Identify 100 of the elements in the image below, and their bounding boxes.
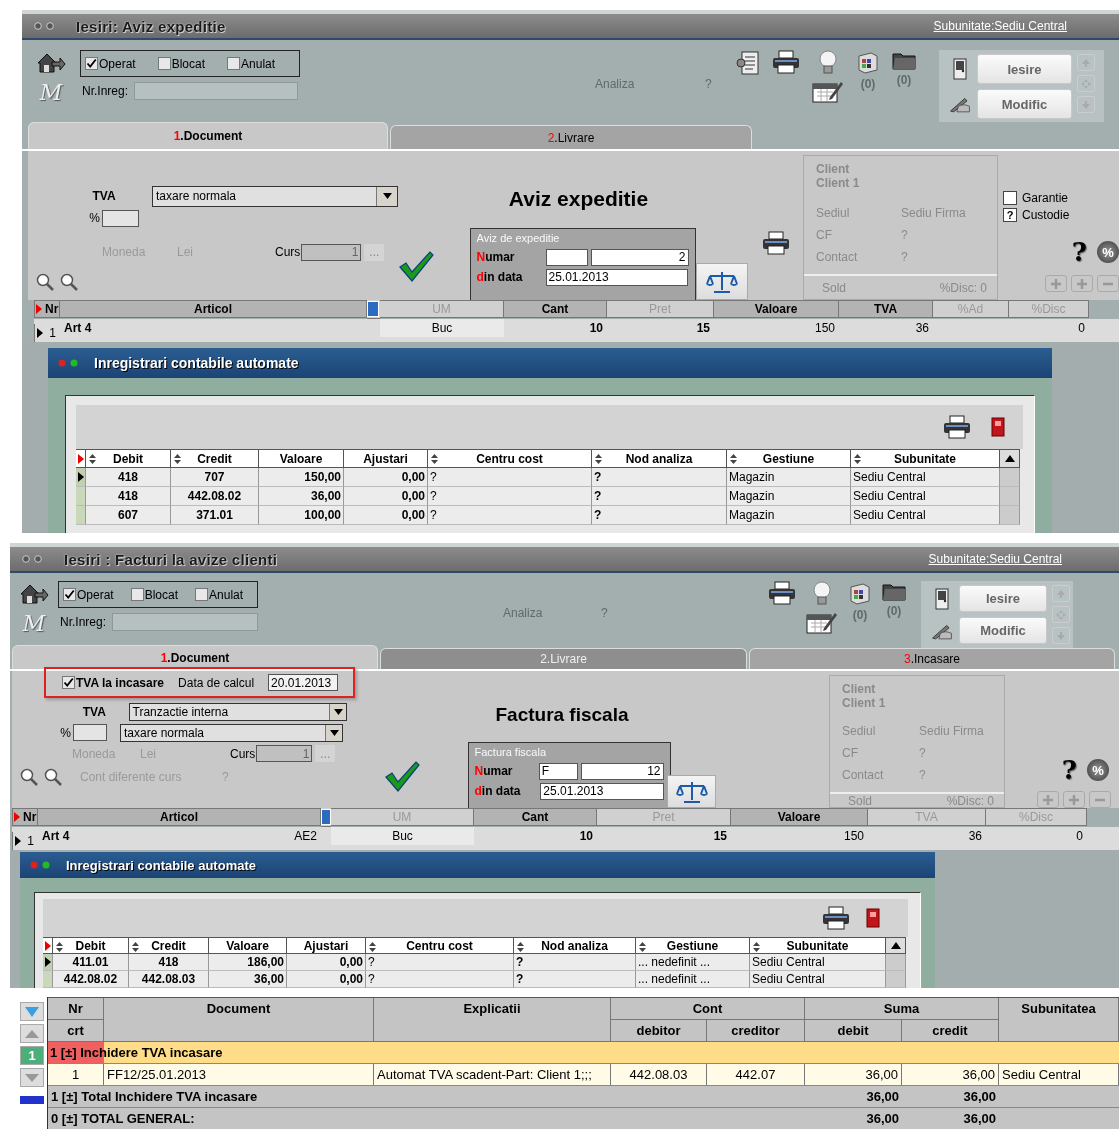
calendar-pencil-icon[interactable] — [812, 79, 844, 103]
percent-field[interactable] — [73, 724, 107, 741]
subunit-link[interactable]: Subunitate:Sediu Central — [928, 552, 1062, 566]
tab[interactable]: 1.Document — [12, 645, 378, 669]
magnifier-icon[interactable] — [44, 767, 62, 786]
checkbox[interactable] — [157, 57, 171, 70]
window-buttons-icon[interactable] — [30, 861, 52, 869]
scroll-up-button[interactable] — [1000, 449, 1020, 468]
column-header[interactable]: Suma — [805, 998, 999, 1020]
window-buttons-icon[interactable] — [58, 359, 80, 367]
column-header[interactable]: Gestiune — [727, 449, 851, 468]
sort-icon[interactable] — [639, 942, 646, 952]
cube-icon[interactable] — [848, 581, 872, 605]
column-header[interactable]: Credit — [129, 937, 209, 954]
sort-icon[interactable] — [369, 942, 376, 952]
number-field[interactable]: 12 — [581, 762, 664, 780]
sort-icon[interactable] — [854, 454, 861, 464]
modify-button[interactable]: Modific — [959, 617, 1047, 644]
sort-icon[interactable] — [517, 942, 524, 952]
status-checkbox[interactable]: Anulat — [227, 56, 276, 71]
sort-icon[interactable] — [174, 454, 181, 464]
column-header[interactable]: Valoare — [731, 808, 868, 826]
scroll-thumb[interactable] — [20, 1096, 44, 1104]
column-header[interactable]: Nod analiza — [592, 449, 727, 468]
tab[interactable]: 2.Livrare — [390, 125, 752, 149]
option-checkbox[interactable]: Garantie — [1003, 191, 1119, 205]
sort-icon[interactable] — [56, 942, 63, 952]
sort-icon[interactable] — [431, 454, 438, 464]
sort-icon[interactable] — [132, 942, 139, 952]
column-header[interactable]: Valoare — [209, 937, 287, 954]
dropdown[interactable]: Tranzactie interna — [128, 702, 347, 721]
column-header[interactable]: Debit — [86, 449, 171, 468]
printer-button[interactable] — [761, 231, 790, 255]
date-field[interactable]: 25.01.2013 — [540, 782, 664, 800]
column-header[interactable]: Articol — [60, 300, 367, 318]
column-header[interactable]: Nr — [12, 808, 38, 826]
column-header[interactable]: Valoare — [714, 300, 839, 318]
column-header[interactable]: Nod analiza — [514, 937, 636, 954]
magnifier-icon[interactable] — [20, 767, 38, 786]
checkbox[interactable] — [130, 588, 144, 601]
sort-icon[interactable] — [595, 454, 602, 464]
column-header[interactable]: Centru cost — [428, 449, 592, 468]
status-checkbox[interactable]: Blocat — [130, 587, 179, 602]
window-buttons-icon[interactable] — [34, 22, 56, 30]
folder-icon[interactable] — [892, 50, 916, 70]
status-checkbox[interactable]: Blocat — [157, 56, 206, 71]
column-header[interactable]: Cant — [474, 808, 597, 826]
column-header[interactable]: Subunitate — [851, 449, 1000, 468]
tab[interactable]: 3.Incasare — [749, 648, 1115, 669]
dropdown[interactable]: taxare normala — [152, 185, 398, 207]
printer-icon[interactable] — [768, 581, 796, 605]
printer-button[interactable] — [943, 415, 971, 439]
series-field[interactable]: F — [538, 762, 579, 780]
checkbox[interactable] — [85, 57, 98, 70]
modify-button[interactable]: Modific — [977, 89, 1072, 119]
percent-button[interactable]: % — [1097, 241, 1119, 263]
scale-button[interactable] — [667, 775, 716, 808]
lightbulb-icon[interactable] — [812, 581, 832, 607]
lightbulb-icon[interactable] — [818, 50, 838, 76]
column-header[interactable]: Cont — [611, 998, 805, 1020]
exit-button[interactable]: Iesire — [959, 585, 1047, 612]
column-header[interactable]: Ajustari — [344, 449, 428, 468]
date-field[interactable]: 25.01.2013 — [545, 268, 688, 286]
column-header[interactable]: Credit — [171, 449, 259, 468]
column-header[interactable]: Subunitate — [750, 937, 886, 954]
calendar-pencil-icon[interactable] — [806, 610, 838, 634]
number-field[interactable]: 2 — [590, 248, 689, 266]
percent-field[interactable] — [102, 209, 139, 227]
column-header[interactable]: Ajustari — [287, 937, 366, 954]
printer-icon[interactable] — [772, 50, 800, 74]
checkbox[interactable] — [195, 588, 209, 601]
exit-button[interactable]: Iesire — [977, 54, 1072, 84]
percent-button[interactable]: % — [1087, 759, 1109, 781]
column-header[interactable]: Valoare — [259, 449, 344, 468]
help-button[interactable]: ? — [1071, 237, 1087, 267]
help-button[interactable]: ? — [1061, 755, 1077, 785]
subunit-link[interactable]: Subunitate:Sediu Central — [933, 19, 1067, 33]
tva-incasare-checkbox[interactable]: TVA la incasare — [62, 675, 165, 690]
checkbox[interactable] — [62, 676, 75, 689]
status-checkbox[interactable]: Operat — [63, 587, 114, 602]
column-header[interactable]: Nr — [48, 998, 104, 1020]
checkbox[interactable] — [227, 57, 241, 70]
scale-button[interactable] — [696, 263, 748, 300]
column-header[interactable]: Centru cost — [366, 937, 514, 954]
checkbox[interactable] — [63, 588, 76, 601]
folder-icon[interactable] — [882, 581, 906, 601]
option-checkbox[interactable]: ? Custodie — [1003, 208, 1119, 222]
tab[interactable]: 1.Document — [28, 122, 388, 149]
column-header[interactable]: Nr — [34, 300, 60, 318]
status-checkbox[interactable]: Anulat — [195, 587, 244, 602]
sort-icon[interactable] — [89, 454, 96, 464]
checkbox[interactable]: ? — [1003, 208, 1017, 222]
exit-icon[interactable] — [866, 908, 880, 928]
checkbox[interactable] — [1003, 191, 1017, 205]
cube-icon[interactable] — [856, 50, 880, 74]
column-header[interactable]: Debit — [53, 937, 129, 954]
column-header[interactable]: TVA — [839, 300, 933, 318]
series-field[interactable] — [545, 248, 588, 266]
document-icon[interactable] — [736, 50, 760, 76]
exit-icon[interactable] — [991, 417, 1005, 437]
